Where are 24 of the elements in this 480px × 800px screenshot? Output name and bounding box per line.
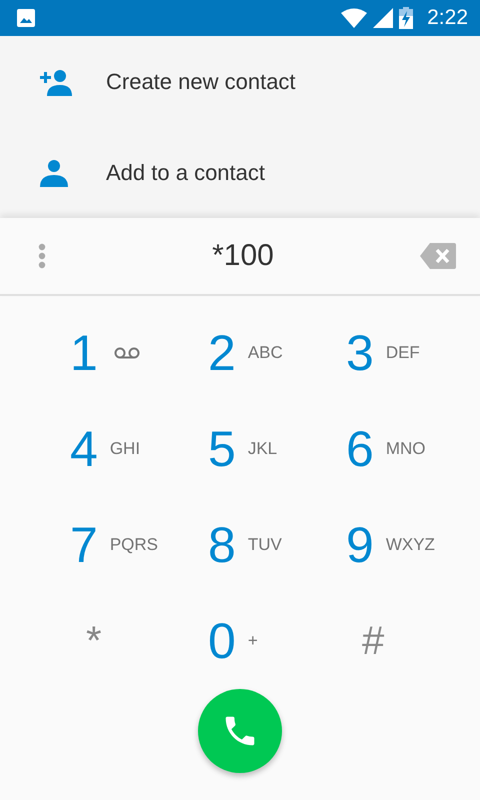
dial-key[interactable]: 9 WXYZ [346,497,480,593]
battery-icon [399,7,414,29]
dial-key[interactable]: 3 DEF [346,305,480,401]
dial-key[interactable]: 5 JKL [208,401,346,497]
dial-field[interactable]: *100 [0,218,480,296]
call-button[interactable] [198,689,282,773]
dial-key[interactable]: 8 TUV [208,497,346,593]
voicemail-icon [114,347,140,359]
dial-key[interactable]: 2 ABC [208,305,346,401]
dial-key[interactable]: 7 PQRS [70,497,208,593]
overflow-menu-icon[interactable] [38,243,46,269]
wifi-icon [341,8,368,28]
dial-key[interactable]: 0 + [208,593,346,689]
dial-key[interactable]: * [70,593,208,689]
image-icon [16,8,36,28]
contact-action-item[interactable]: Add to a contact [0,127,480,218]
clock-time: 2:22 [427,6,468,30]
contact-action-item[interactable]: Create new contact [0,36,480,127]
dial-key[interactable]: 6 MNO [346,401,480,497]
dial-key[interactable]: 1 [70,305,208,401]
backspace-icon[interactable] [420,242,456,270]
signal-icon [373,8,394,28]
dial-key[interactable]: # [346,593,480,689]
dial-key[interactable]: 4 GHI [70,401,208,497]
